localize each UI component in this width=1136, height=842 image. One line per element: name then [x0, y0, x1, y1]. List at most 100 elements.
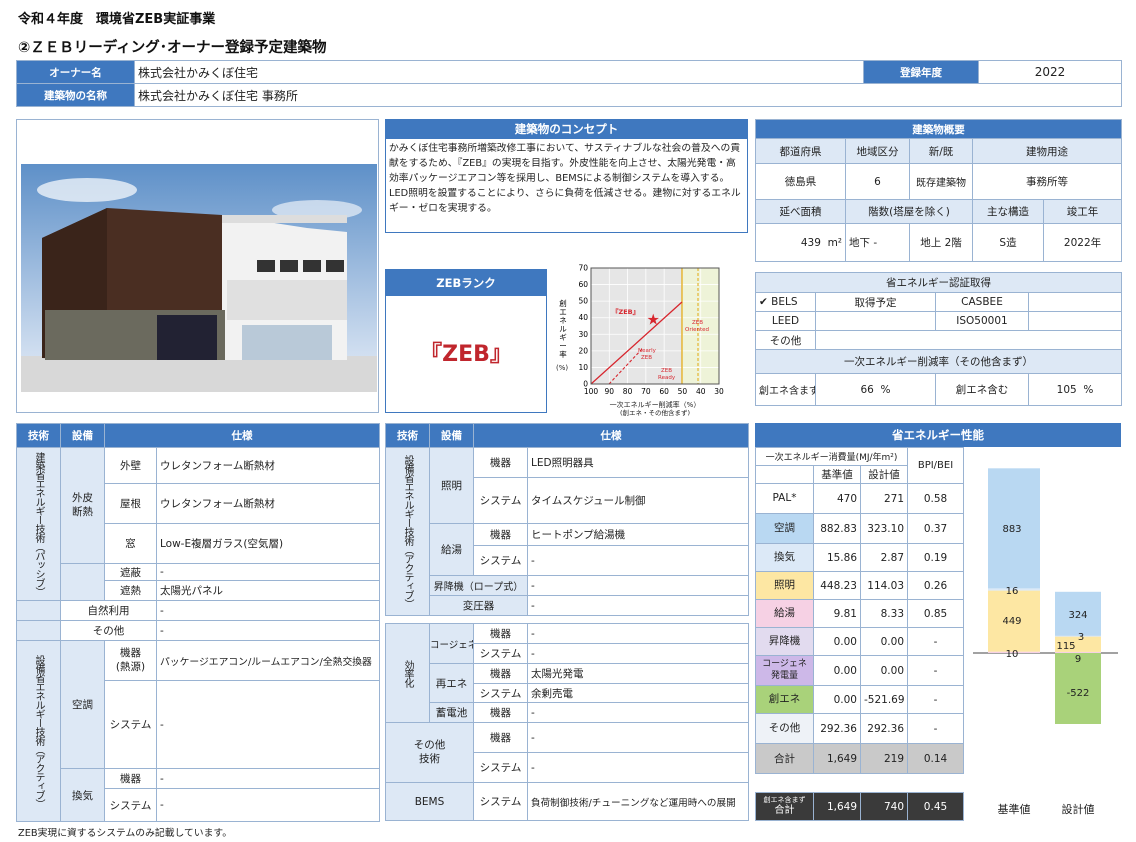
concept-text: かみくぼ住宅事務所増築改修工事において、サスティナブルな社会の普及への貢献をする…: [389, 143, 741, 214]
floors-above: 地上 2階: [909, 223, 973, 262]
others-value: -: [156, 620, 380, 641]
perf-row: 照明 448.23 114.03 0.26: [755, 571, 965, 600]
perf-row-ratio: 0.37: [907, 513, 965, 544]
zeb-ytick: 60: [578, 280, 588, 289]
cogen-label: コージェネ: [429, 623, 474, 664]
perf-row-label: PAL*: [755, 483, 814, 514]
h-equip-mid: 設備: [429, 423, 474, 448]
perf-row-base: 292.36: [813, 713, 861, 744]
zeb-xtick: 80: [623, 387, 633, 396]
perf-row: 昇降機 0.00 0.00-: [755, 627, 965, 656]
concept-box: 建築物のコンセプト かみくぼ住宅事務所増築改修工事において、サスティナブルな社会…: [385, 119, 748, 233]
total2-label2: 合計: [774, 804, 795, 816]
perf-row: その他 292.36 292.36-: [755, 713, 965, 744]
ac-label: 空調: [60, 640, 105, 769]
header-line1: 令和４年度 環境省ZEB実証事業: [18, 12, 216, 27]
zeb-rank-title: ZEBランク: [386, 270, 546, 296]
battery-eq-value: -: [527, 702, 749, 723]
zeb-ytick: 30: [578, 330, 588, 339]
perf-row-ratio: -: [907, 627, 965, 656]
trans-value: -: [527, 595, 749, 616]
perf-row-label: 換気: [755, 543, 814, 572]
ac-eq-value: パッケージエアコン/ルームエアコン/全熱交換器: [156, 640, 380, 681]
zeb-label: 『ZEB』: [612, 307, 639, 316]
total2-label1: 創エネ含まず: [763, 796, 806, 805]
zeb-ytick: 40: [578, 313, 588, 322]
h-use: 建物用途: [971, 138, 1123, 164]
total-ratio: 0.14: [907, 743, 965, 774]
perf-row: PAL* 470 271 0.58: [755, 483, 965, 514]
newold: 既存建築物: [909, 163, 973, 200]
zeb-chart-xlabel2: (創エネ・その他含まず): [620, 408, 690, 417]
h-tech-mid: 技術: [385, 423, 430, 448]
zeb-oriented-label1: ZEB: [692, 320, 703, 326]
perf-row-base: 470: [813, 483, 861, 514]
year-value: 2022: [978, 60, 1122, 84]
zeb-xtick: 60: [659, 387, 669, 396]
floors-below: 地下 -: [845, 223, 910, 262]
owner-label: オーナー名: [16, 60, 135, 84]
zeb-xtick: 90: [605, 387, 615, 396]
casbee-label: CASBEE: [935, 292, 1029, 312]
vent-eq-value: -: [156, 768, 380, 789]
zeb-xtick: 100: [584, 387, 599, 396]
bems-label: BEMS: [385, 782, 474, 821]
perf-row: 空調 882.83 323.10 0.37: [755, 513, 965, 544]
perf-row-design: 2.87: [859, 543, 909, 572]
active-label-mid: 設備省エネルギー技術（アクティブ）: [402, 455, 413, 608]
cert-title: 省エネルギー認証取得: [755, 272, 1122, 293]
perf-row-design: 114.03: [859, 571, 909, 600]
h-floors: 階数(塔屋を除く): [845, 199, 973, 224]
total2-base: 1,649: [813, 792, 861, 821]
roof-value: ウレタンフォーム断熱材: [156, 483, 380, 524]
zeb-chart-svg: 706050403020100 100 90 80 70 60 50 40 30 『ZEB』 …: [556, 264, 724, 418]
overview-table: 建築物概要 都道府県 地域区分 新/既 建物用途 徳島県 6 既存建築物 事務所…: [754, 119, 1123, 262]
bels-label: BELS: [771, 296, 798, 308]
energy-bar-segment: [1055, 651, 1101, 653]
h-struct: 主な構造: [972, 199, 1044, 224]
cogen-sys-value: -: [527, 643, 749, 664]
zeb-ready-label1: ZEB: [661, 368, 672, 374]
total-design: 219: [859, 743, 909, 774]
perf-row: コージェネ 発電量 0.00 0.00-: [755, 655, 965, 686]
perf-table: 一次エネルギー消費量(MJ/年m²) BPI/BEI 基準値 設計値 PAL* 4…: [754, 447, 965, 774]
zeb-ylabel-char: 率: [559, 349, 567, 359]
h-pref: 都道府県: [755, 138, 846, 164]
h-equip-left: 設備: [60, 423, 105, 448]
others-label: その他: [60, 620, 157, 641]
year-label: 登録年度: [863, 60, 979, 84]
zeb-chart-xlabel1: 一次エネルギー削減率（%）: [610, 400, 701, 409]
owner-value: 株式会社かみくぼ住宅: [134, 60, 864, 84]
bar-label-design: 3: [1078, 632, 1084, 643]
renew-sys-label: システム: [473, 683, 528, 703]
perf-row-label: 昇降機: [755, 627, 814, 656]
natural-value: -: [156, 600, 380, 621]
building-value: 株式会社かみくぼ住宅 事務所: [134, 83, 1122, 107]
incl-pct: %: [1083, 383, 1094, 396]
passive-label: 建築省エネルギー技術（パッシブ）: [33, 452, 44, 596]
header-line2: ②ＺＥＢリーディング･オーナー登録予定建築物: [18, 40, 327, 56]
natural-label: 自然利用: [60, 600, 157, 621]
perf-row-label: 空調: [755, 513, 814, 544]
use: 事務所等: [971, 163, 1123, 200]
perf-row: 創エネ 0.00 -521.69-: [755, 685, 965, 714]
perf-row-ratio: -: [907, 713, 965, 744]
renew-eq-value: 太陽光発電: [527, 663, 749, 684]
shade1-value: -: [156, 563, 380, 581]
zeb-ytick: 20: [578, 346, 588, 355]
zeb-ylabel-char: 創: [559, 298, 567, 308]
ac-eq-label: 機器 (熱源): [104, 640, 157, 681]
other-sys-label: システム: [473, 752, 528, 783]
zeb-chart-xticks: 100 90 80 70 60 50 40 30: [584, 387, 724, 396]
zeb-ytick: 70: [578, 264, 588, 273]
h-newold: 新/既: [909, 138, 973, 164]
nearly-zeb-label2: ZEB: [641, 355, 652, 361]
excl-value: 66: [860, 383, 874, 396]
leed-label: LEED: [755, 311, 816, 331]
iso-label: ISO50001: [935, 311, 1029, 331]
h-spec-left: 仕様: [104, 423, 380, 448]
area-unit: m²: [827, 236, 842, 249]
total2-design: 740: [860, 792, 908, 821]
total-label: 合計: [755, 743, 814, 774]
perf-row-base: 9.81: [813, 599, 861, 628]
